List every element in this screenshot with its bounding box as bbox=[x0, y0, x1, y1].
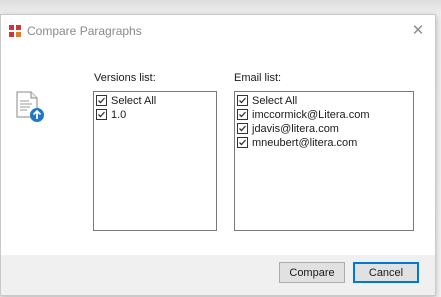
versions-item-select-all[interactable]: Select All bbox=[94, 94, 216, 108]
checkbox-checked[interactable] bbox=[96, 109, 107, 120]
document-upload-icon bbox=[16, 91, 44, 122]
item-label: mneubert@litera.com bbox=[252, 137, 358, 149]
checkbox-checked[interactable] bbox=[237, 95, 248, 106]
checkbox-checked[interactable] bbox=[237, 137, 248, 148]
compare-paragraphs-dialog: Compare Paragraphs ✕ Versions list: Sele… bbox=[0, 14, 436, 296]
close-icon: ✕ bbox=[411, 22, 425, 39]
email-item-imccormick[interactable]: imccormick@Litera.com bbox=[235, 108, 413, 122]
checkbox-checked[interactable] bbox=[96, 95, 107, 106]
email-listbox[interactable]: Select All imccormick@Litera.com jdavis@… bbox=[234, 91, 414, 231]
item-label: Select All bbox=[252, 95, 298, 107]
email-item-select-all[interactable]: Select All bbox=[235, 94, 413, 108]
checkbox-checked[interactable] bbox=[237, 109, 248, 120]
window-title: Compare Paragraphs bbox=[27, 24, 142, 38]
email-item-mneubert[interactable]: mneubert@litera.com bbox=[235, 136, 413, 150]
email-list-label: Email list: bbox=[234, 72, 282, 84]
compare-button[interactable]: Compare bbox=[279, 262, 345, 283]
close-button[interactable]: ✕ bbox=[407, 20, 429, 42]
item-label: jdavis@litera.com bbox=[252, 123, 339, 135]
item-label: Select All bbox=[111, 95, 157, 107]
litera-logo-icon bbox=[9, 25, 21, 37]
versions-item-1-0[interactable]: 1.0 bbox=[94, 108, 216, 122]
checkbox-checked[interactable] bbox=[237, 123, 248, 134]
dialog-body: Versions list: Select All 1.0 Email list… bbox=[1, 49, 435, 255]
item-label: 1.0 bbox=[111, 109, 127, 121]
title-bar: Compare Paragraphs ✕ bbox=[1, 15, 435, 49]
versions-listbox[interactable]: Select All 1.0 bbox=[93, 91, 217, 231]
button-bar: Compare Cancel bbox=[1, 255, 435, 295]
email-item-jdavis[interactable]: jdavis@litera.com bbox=[235, 122, 413, 136]
versions-list-label: Versions list: bbox=[94, 72, 156, 84]
cancel-button[interactable]: Cancel bbox=[353, 262, 419, 283]
item-label: imccormick@Litera.com bbox=[252, 109, 370, 121]
